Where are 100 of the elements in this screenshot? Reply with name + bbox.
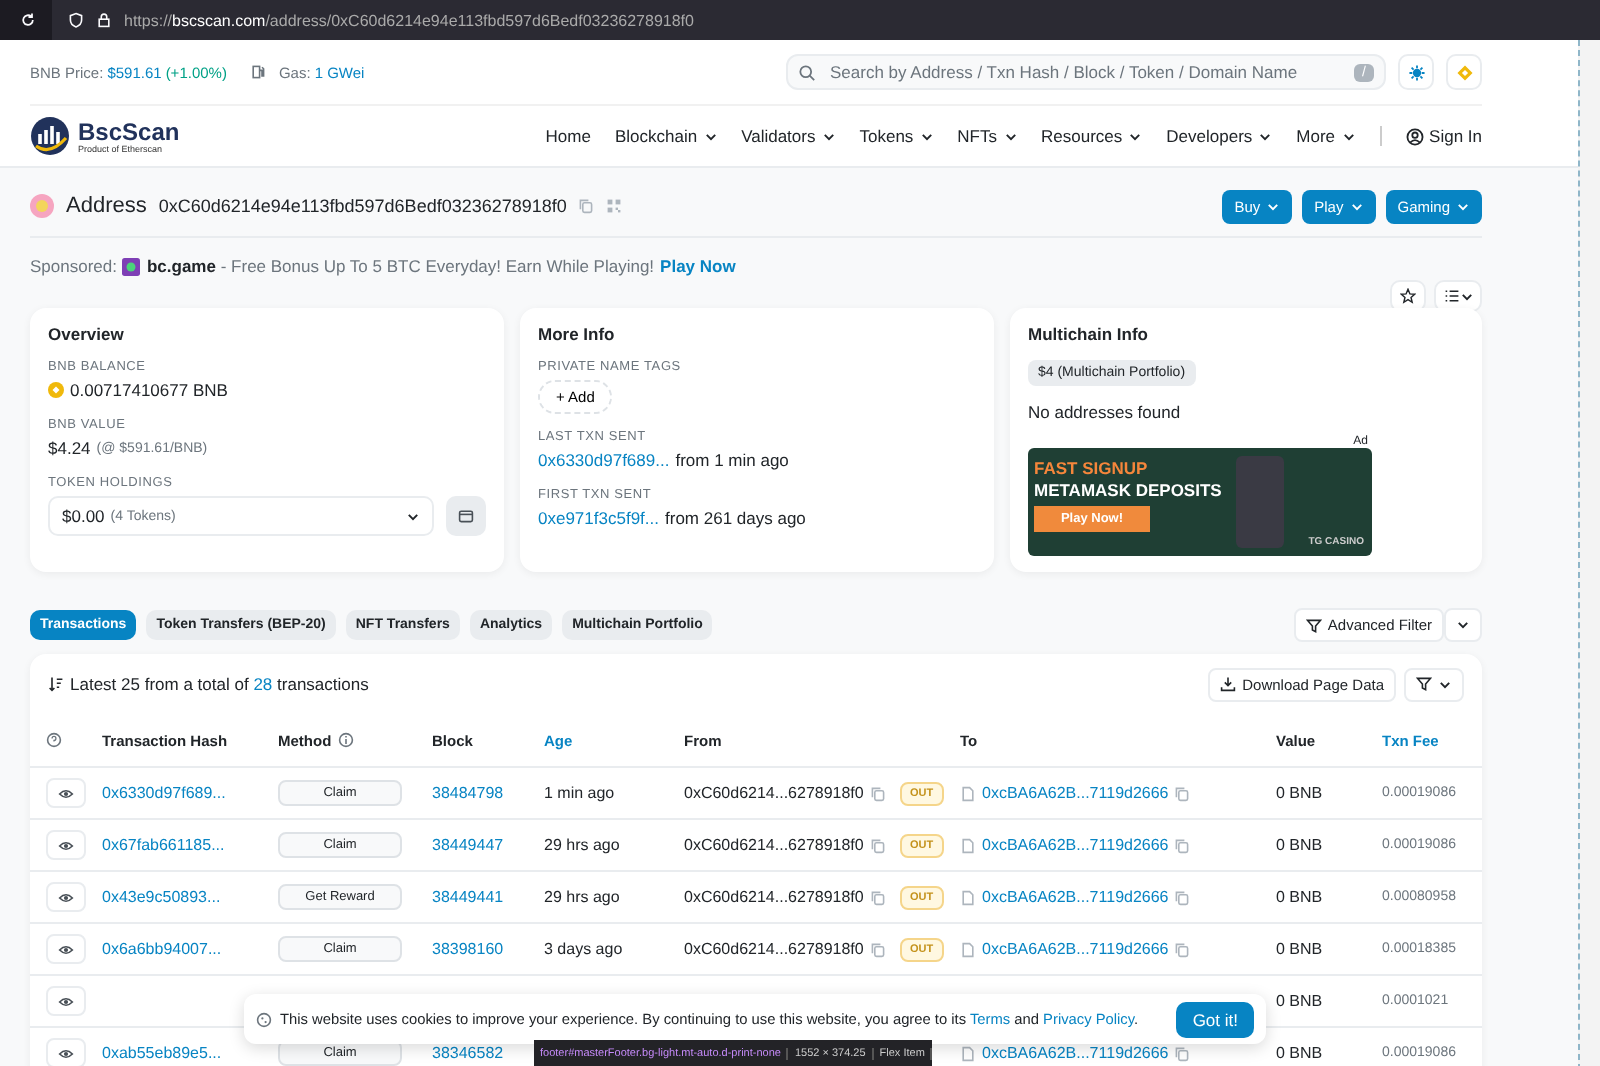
- age-cell: 3 days ago: [544, 940, 623, 958]
- age-cell: 1 min ago: [544, 784, 615, 802]
- value-cell: 0 BNB: [1276, 1044, 1323, 1062]
- eye-icon: [58, 785, 74, 801]
- theme-button[interactable]: [1398, 54, 1434, 90]
- txn-hash-link[interactable]: 0x43e9c50893...: [102, 888, 221, 906]
- nav-link[interactable]: Tokens: [859, 126, 934, 146]
- chevron-down-icon: [1456, 618, 1470, 632]
- copy-icon[interactable]: [1174, 785, 1191, 801]
- chevron-down-icon: [1128, 129, 1143, 143]
- preview-button[interactable]: [46, 778, 86, 808]
- wallet-icon: [458, 508, 474, 524]
- to-address-link[interactable]: 0xcBA6A62B...7119d2666: [982, 1044, 1169, 1062]
- nav-link[interactable]: NFTs: [957, 126, 1018, 146]
- url-text: https://bscscan.com/address/0xC60d6214e94e113fbd597d6Bedf03236278918f0: [124, 11, 694, 29]
- cookie-icon: [256, 1011, 272, 1027]
- nav-link[interactable]: Home: [545, 126, 591, 146]
- chevron-down-icon: [1341, 129, 1356, 143]
- copy-icon[interactable]: [869, 785, 886, 801]
- chevron-down-icon: [1349, 199, 1364, 213]
- txn-hash-link[interactable]: 0xab55eb89e5...: [102, 1044, 222, 1062]
- preview-button[interactable]: [46, 882, 86, 912]
- reload-icon[interactable]: [20, 12, 36, 28]
- preview-button[interactable]: [46, 934, 86, 964]
- to-address-link[interactable]: 0xcBA6A62B...7119d2666: [982, 940, 1169, 958]
- nav-link[interactable]: Developers: [1166, 126, 1273, 146]
- age-cell: 29 hrs ago: [544, 888, 620, 906]
- qr-code-icon[interactable]: [606, 198, 623, 214]
- nav-link[interactable]: More: [1296, 126, 1356, 146]
- txn-hash-link[interactable]: 0x6330d97f689...: [538, 450, 670, 470]
- chevron-down-icon: [1456, 199, 1470, 213]
- from-address: 0xC60d6214...6278918f0: [684, 784, 864, 802]
- to-address-link[interactable]: 0xcBA6A62B...7119d2666: [982, 784, 1169, 802]
- info-icon: [337, 732, 354, 748]
- block-link[interactable]: 38449441: [432, 888, 504, 906]
- to-address-link[interactable]: 0xcBA6A62B...7119d2666: [982, 836, 1169, 854]
- from-address: 0xC60d6214...6278918f0: [684, 836, 864, 854]
- accept-cookies-button[interactable]: Got it!: [1176, 1001, 1254, 1037]
- to-address-link[interactable]: 0xcBA6A62B...7119d2666: [982, 888, 1169, 906]
- bnb-coin-icon: [48, 382, 64, 398]
- copy-icon[interactable]: [869, 837, 886, 853]
- sign-in-link[interactable]: Sign In: [1429, 126, 1482, 146]
- chevron-down-icon: [1003, 129, 1018, 143]
- preview-button[interactable]: [46, 1038, 86, 1066]
- chevron-down-icon: [1459, 289, 1473, 303]
- copy-icon[interactable]: [1174, 941, 1191, 957]
- nav-link[interactable]: Resources: [1041, 126, 1143, 146]
- logo-icon[interactable]: [30, 116, 70, 156]
- txn-hash-link[interactable]: 0xe971f3c5f9f...: [538, 508, 659, 528]
- usd-value: $4.24: [48, 438, 91, 458]
- address-bar[interactable]: https://bscscan.com/address/0xC60d6214e94e113fbd597d6Bedf03236278918f0: [52, 0, 1600, 40]
- copy-icon[interactable]: [1174, 889, 1191, 905]
- page-title: Address: [66, 194, 147, 218]
- filter-icon: [1416, 676, 1432, 692]
- block-link[interactable]: 38449447: [432, 836, 504, 854]
- eye-icon: [58, 1045, 74, 1061]
- document-icon: [960, 1045, 976, 1061]
- block-link[interactable]: 38398160: [432, 940, 504, 958]
- txn-hash-link[interactable]: 0x67fab661185...: [102, 836, 225, 854]
- card-title: Multichain Info: [1028, 324, 1148, 344]
- scrollbar[interactable]: [1578, 40, 1600, 1066]
- bnb-diamond-icon: [1455, 63, 1473, 81]
- star-icon: [1400, 288, 1416, 304]
- count-link[interactable]: 28: [253, 674, 273, 694]
- copy-icon[interactable]: [578, 198, 595, 214]
- wallet-button[interactable]: [446, 496, 486, 536]
- block-link[interactable]: 38484798: [432, 784, 504, 802]
- eye-icon: [58, 837, 74, 853]
- document-icon: [960, 837, 976, 853]
- document-icon: [960, 941, 976, 957]
- preview-button[interactable]: [46, 830, 86, 860]
- copy-icon[interactable]: [1174, 837, 1191, 853]
- txn-hash-link[interactable]: 0x6a6bb94007...: [102, 940, 222, 958]
- bnb-menu-button[interactable]: [1446, 54, 1482, 90]
- nav-link[interactable]: Blockchain: [614, 126, 718, 146]
- copy-icon[interactable]: [869, 941, 886, 957]
- nav-link[interactable]: Validators: [741, 126, 836, 146]
- card-title: More Info: [538, 324, 615, 344]
- copy-icon[interactable]: [869, 889, 886, 905]
- list-icon: [1443, 288, 1459, 304]
- value-cell: 0 BNB: [1276, 888, 1323, 906]
- preview-button[interactable]: [46, 986, 86, 1016]
- logo-text[interactable]: BscScan: [78, 119, 180, 143]
- play-now-link[interactable]: Play Now: [660, 256, 736, 276]
- eye-icon: [58, 993, 74, 1009]
- value-cell: 0 BNB: [1276, 836, 1323, 854]
- address-hash: 0xC60d6214e94e113fbd597d6Bedf03236278918f0: [158, 196, 567, 216]
- ad-subheadline: METAMASK DEPOSITS: [1034, 480, 1224, 500]
- list-menu-button[interactable]: [1434, 280, 1482, 312]
- value-cell: 0 BNB: [1276, 940, 1323, 958]
- user-icon: [1405, 127, 1424, 145]
- balance-value: 0.00717410677 BNB: [70, 380, 228, 400]
- phone-image-placeholder: [1236, 456, 1284, 548]
- ad-headline: FAST SIGNUP: [1034, 458, 1150, 478]
- copy-icon[interactable]: [1174, 1045, 1191, 1061]
- block-link[interactable]: 38346582: [432, 1044, 504, 1062]
- chevron-down-icon: [1266, 199, 1281, 213]
- filter-dropdown-button[interactable]: [1404, 667, 1464, 701]
- txn-hash-link[interactable]: 0x6330d97f689...: [102, 784, 226, 802]
- download-icon: [1220, 676, 1237, 692]
